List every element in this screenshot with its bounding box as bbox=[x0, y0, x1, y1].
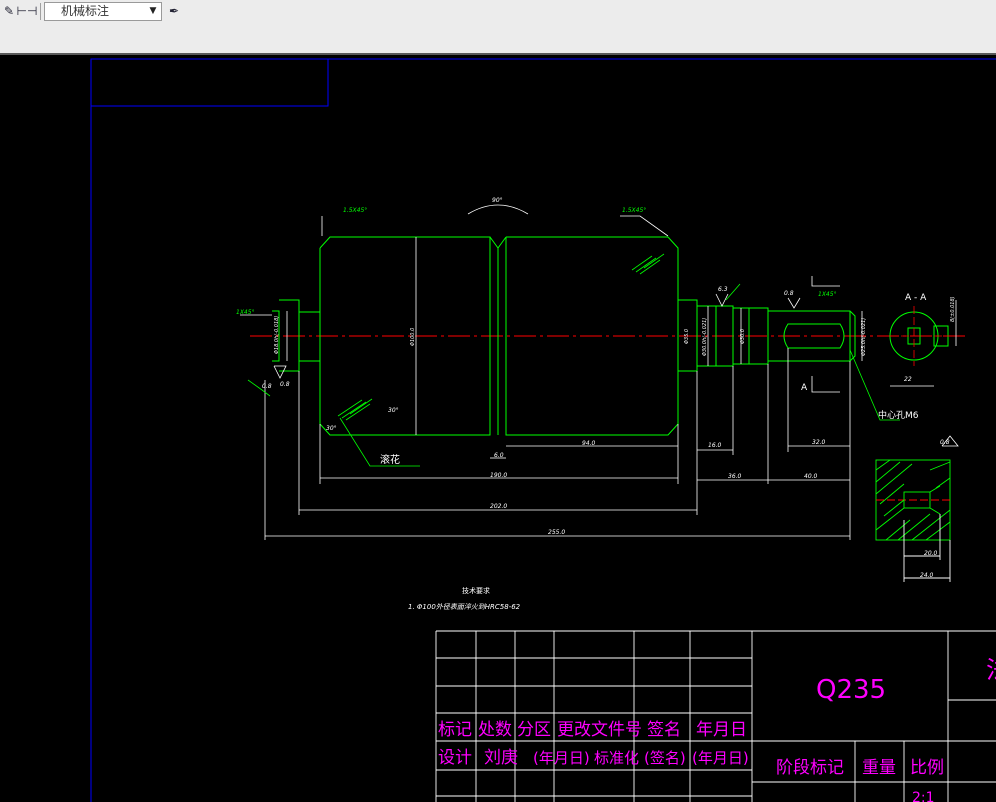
dimension-edit-icon[interactable]: ✎ bbox=[0, 2, 18, 20]
keyway-dimension: 32.0 bbox=[812, 439, 826, 446]
groove-dimension: 6.0 bbox=[494, 452, 504, 459]
overall-255-dimension: 255.0 bbox=[548, 529, 565, 536]
title-block: Q235 法 标记 处数 分区 更改文件号 签名 年月日 设计 刘庚 (年月日)… bbox=[435, 630, 996, 802]
overall-202-dimension: 202.0 bbox=[490, 503, 507, 510]
knurl-hatch bbox=[337, 253, 665, 421]
diameter-d4: Φ30.0h(-0.021) bbox=[702, 318, 708, 356]
end-dimension: 40.0 bbox=[804, 473, 818, 480]
header-signature: 签名 bbox=[647, 720, 681, 740]
scale-value: 2:1 bbox=[912, 790, 935, 802]
header-stage: 阶段标记 bbox=[776, 758, 844, 778]
tech-req-title: 技术要求 bbox=[462, 586, 490, 595]
diameter-d3: Φ35.0 bbox=[684, 329, 690, 344]
dimension-toolbar: ✎ ⊢⊣ 机械标注 ▼ ✒ bbox=[0, 0, 996, 54]
roughness-4: 0.8 bbox=[262, 383, 272, 390]
key-depth-dimension: 22 bbox=[904, 376, 912, 383]
dimension-style-value: 机械标注 bbox=[61, 4, 110, 18]
body-dimension: 190.0 bbox=[490, 472, 507, 479]
chamfer-left-end: 1X45° bbox=[236, 309, 255, 316]
key-width-dimension: 8(±0.018) bbox=[950, 296, 956, 322]
right-part-dimension: 94.0 bbox=[582, 440, 596, 447]
material-label: Q235 bbox=[816, 675, 886, 705]
dimension-update-icon[interactable]: ⊢⊣ bbox=[17, 2, 38, 20]
knurl-angle-b: 30° bbox=[326, 425, 337, 432]
row-design-date: (年月日) bbox=[533, 749, 590, 767]
toolbar-separator bbox=[40, 3, 41, 20]
hole-total-dimension: 24.0 bbox=[920, 572, 934, 579]
drawing-canvas[interactable]: 1X45° 1.5X45° 1.5X45° 1X45° 90° 30° 30° … bbox=[0, 55, 996, 802]
dimension-lines bbox=[240, 204, 863, 540]
dimension-style-dropdown[interactable]: 机械标注 ▼ bbox=[44, 2, 162, 21]
header-change-doc: 更改文件号 bbox=[557, 720, 642, 740]
header-weight: 重量 bbox=[862, 758, 896, 778]
row-standard-sign: (签名) bbox=[644, 749, 686, 767]
roughness-5: 0.8 bbox=[940, 439, 950, 446]
section-marker: A bbox=[801, 383, 808, 393]
knurl-label: 滚花 bbox=[380, 453, 400, 466]
header-scale: 比例 bbox=[910, 758, 944, 778]
header-date: 年月日 bbox=[696, 720, 747, 740]
row-designer: 刘庚 bbox=[484, 748, 518, 768]
chevron-down-icon[interactable]: ▼ bbox=[147, 3, 159, 20]
center-hole-detail bbox=[875, 459, 951, 582]
header-count: 处数 bbox=[478, 720, 512, 740]
dimension-style-icon[interactable]: ✒ bbox=[165, 2, 183, 20]
hole-depth-dimension: 20.0 bbox=[924, 550, 938, 557]
tech-req-note: 1. Φ100外径表面淬火到HRC58-62 bbox=[408, 603, 521, 611]
groove-angle-label: 90° bbox=[492, 197, 503, 204]
diameter-d2: Φ100.0 bbox=[410, 328, 416, 346]
row-standard-date: (年月日) bbox=[692, 749, 749, 767]
diameter-d6: Φ25.0h(-0.021) bbox=[861, 318, 867, 356]
section-label: A - A bbox=[905, 293, 927, 303]
header-mark: 标记 bbox=[438, 720, 472, 740]
row-standard: 标准化 bbox=[594, 749, 639, 767]
roughness-1: 6.3 bbox=[718, 286, 728, 293]
roughness-2: 0.8 bbox=[784, 290, 794, 297]
roughness-3: 0.8 bbox=[280, 381, 290, 388]
knurl-angle-a: 30° bbox=[388, 407, 399, 414]
diameter-d1: Φ18.0h(-0.018) bbox=[274, 316, 280, 354]
chamfer-left-shoulder: 1.5X45° bbox=[343, 207, 367, 214]
row-design: 设计 bbox=[438, 748, 472, 768]
shoulder-dimension: 16.0 bbox=[708, 442, 722, 449]
mid-dimension: 36.0 bbox=[728, 473, 742, 480]
chamfer-right-end: 1X45° bbox=[818, 291, 837, 298]
partial-title: 法 bbox=[986, 656, 996, 684]
chamfer-right-shoulder: 1.5X45° bbox=[622, 207, 646, 214]
header-zone: 分区 bbox=[517, 720, 551, 740]
center-hole-label: 中心孔M6 bbox=[878, 409, 919, 421]
diameter-d5: Φ30.0 bbox=[740, 329, 746, 344]
